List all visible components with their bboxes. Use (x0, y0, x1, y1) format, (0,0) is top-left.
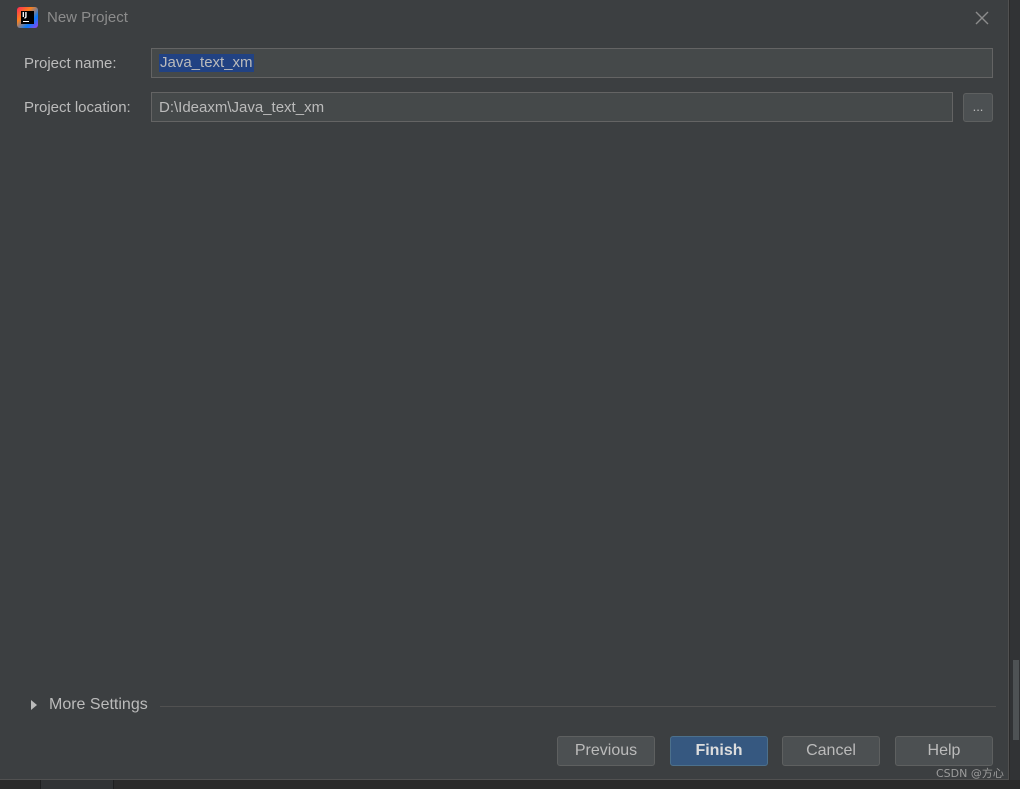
triangle-right-icon (31, 700, 37, 710)
watermark: CSDN @方心 (936, 767, 1004, 780)
project-name-value[interactable]: Java_text_xm (159, 54, 254, 72)
background-ide-strip (1010, 0, 1020, 789)
close-icon (975, 11, 989, 25)
browse-button[interactable]: ... (963, 93, 993, 122)
project-name-field[interactable]: Java_text_xm (151, 48, 993, 78)
intellij-logo-icon: IJ (17, 7, 38, 28)
background-ide-bottom (0, 780, 1020, 789)
dialog-title: New Project (47, 9, 128, 26)
background-tab (40, 780, 114, 789)
help-button[interactable]: Help (895, 736, 993, 766)
more-settings-label: More Settings (49, 696, 148, 713)
cancel-button[interactable]: Cancel (782, 736, 880, 766)
previous-button[interactable]: Previous (557, 736, 655, 766)
dialog-titlebar: IJ New Project (0, 0, 1008, 36)
project-location-field[interactable] (151, 92, 953, 122)
background-scrollbar (1013, 660, 1019, 740)
finish-button[interactable]: Finish (670, 736, 768, 766)
project-name-label: Project name: (24, 55, 117, 72)
close-button[interactable] (968, 5, 996, 31)
settings-separator (160, 706, 996, 707)
project-location-input[interactable] (152, 93, 952, 121)
new-project-dialog: IJ New Project Project name: Java_text_x… (0, 0, 1009, 780)
project-location-label: Project location: (24, 99, 131, 116)
